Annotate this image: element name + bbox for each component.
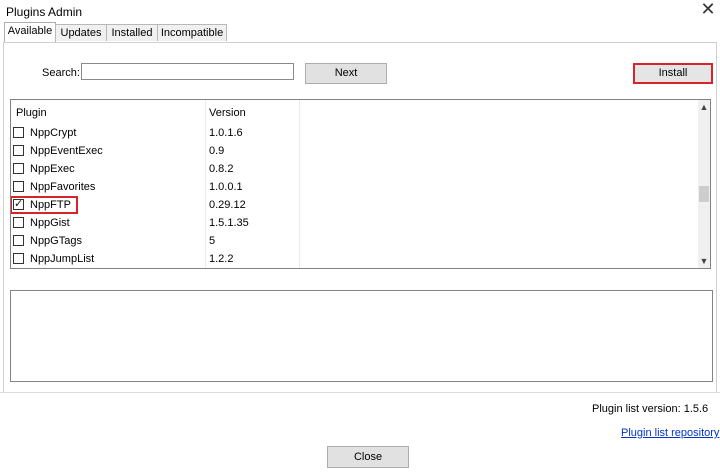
table-row-selected[interactable]: NppFTP 0.29.12 [11,196,697,214]
plugin-version: 1.5.1.35 [209,217,249,229]
window-title: Plugins Admin [6,5,83,19]
plugin-version: 0.9 [209,145,225,157]
vertical-scrollbar[interactable]: ▲ ▼ [698,100,710,268]
plugin-version: 0.8.2 [209,163,234,175]
row-checkbox[interactable] [13,127,24,138]
column-header-plugin[interactable]: Plugin [16,107,47,119]
row-checkbox[interactable] [13,181,24,192]
scroll-down-icon[interactable]: ▼ [698,254,710,268]
table-row[interactable]: NppCrypt 1.0.1.6 [11,124,697,142]
close-button[interactable]: Close [327,446,409,468]
row-checkbox[interactable] [13,253,24,264]
plugin-name: NppJumpList [30,253,95,265]
tab-incompatible[interactable]: Incompatible [157,24,227,41]
plugin-list: Plugin Version NppCrypt 1.0.1.6 NppEvent… [10,99,711,269]
table-row[interactable]: NppEventExec 0.9 [11,142,697,160]
plugin-name: NppFTP [30,199,71,211]
plugin-name: NppGTags [30,235,82,247]
plugin-name: NppFavorites [30,181,96,193]
column-header-version[interactable]: Version [209,107,246,119]
tab-updates[interactable]: Updates [55,24,107,41]
divider [0,392,720,393]
plugin-name: NppCrypt [30,127,77,139]
row-checkbox-checked[interactable] [13,197,24,210]
plugin-name: NppGist [30,217,70,229]
row-checkbox[interactable] [13,163,24,174]
row-checkbox[interactable] [13,217,24,228]
plugin-name: NppEventExec [30,145,103,157]
install-button[interactable]: Install [633,63,713,84]
row-checkbox[interactable] [13,145,24,156]
tab-available[interactable]: Available [4,22,56,42]
table-row[interactable]: NppJumpList 1.2.2 [11,250,697,268]
plugin-list-repository-link[interactable]: Plugin list repository [621,427,719,439]
row-checkbox[interactable] [13,235,24,246]
plugin-version: 1.2.2 [209,253,234,265]
table-row[interactable]: NppGist 1.5.1.35 [11,214,697,232]
next-button[interactable]: Next [305,63,387,84]
plugin-version: 1.0.1.6 [209,127,243,139]
table-row[interactable]: NppGTags 5 [11,232,697,250]
search-input[interactable] [81,63,294,80]
plugin-version: 5 [209,235,216,247]
description-box [10,290,713,382]
plugin-list-version: Plugin list version: 1.5.6 [592,403,709,415]
plugin-version: 1.0.0.1 [209,181,243,193]
plugin-version: 0.29.12 [209,199,246,211]
search-label: Search: [42,67,80,79]
scrollbar-thumb[interactable] [699,186,709,202]
plugin-name: NppExec [30,163,75,175]
table-row[interactable]: NppExec 0.8.2 [11,160,697,178]
close-window-icon[interactable]: ✕ [698,0,718,20]
scroll-up-icon[interactable]: ▲ [698,100,710,114]
table-row[interactable]: NppFavorites 1.0.0.1 [11,178,697,196]
tab-installed[interactable]: Installed [106,24,158,41]
